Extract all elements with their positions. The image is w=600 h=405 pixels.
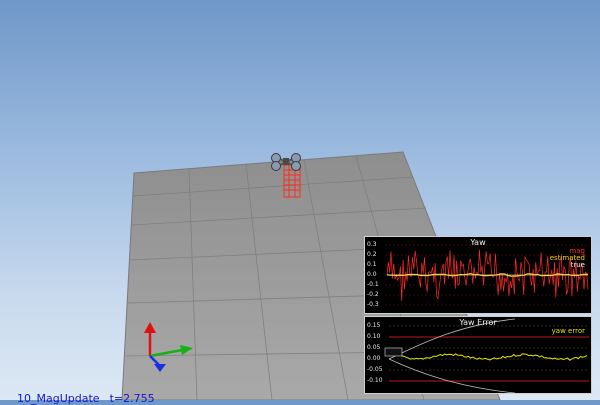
yaw-tick-label: 0.2 bbox=[367, 251, 377, 258]
yaw-tick-label: -0.1 bbox=[367, 281, 379, 288]
scenario-name: 10_MagUpdate bbox=[17, 392, 100, 405]
yaw-error-tick-label: 0.00 bbox=[367, 355, 381, 362]
yaw-error-tick-label: 0.10 bbox=[367, 333, 381, 340]
yaw-error-plot[interactable]: Yaw Error 0.15 0.10 0.05 0.00 -0.05 -0.1… bbox=[364, 316, 592, 394]
legend-yaw-error: yaw error bbox=[551, 327, 585, 335]
yaw-plot-title: Yaw bbox=[470, 238, 486, 247]
yaw-error-tick-label: -0.10 bbox=[367, 377, 383, 384]
yaw-error-tick-label: 0.15 bbox=[367, 322, 381, 329]
legend-true: true bbox=[570, 261, 585, 269]
yaw-error-tick-label: -0.05 bbox=[367, 366, 383, 373]
status-bar: 10_MagUpdate t=2.755 bbox=[10, 379, 165, 405]
yaw-error-cursor-box bbox=[384, 347, 403, 357]
yaw-error-plot-title: Yaw Error bbox=[459, 318, 497, 327]
yaw-error-tick-label: 0.05 bbox=[367, 344, 381, 351]
yaw-tick-label: 0.0 bbox=[367, 271, 377, 278]
yaw-tick-label: -0.3 bbox=[367, 301, 379, 308]
yaw-tick-label: 0.3 bbox=[367, 241, 377, 248]
yaw-plot-canvas bbox=[385, 244, 589, 306]
yaw-tick-label: 0.1 bbox=[367, 261, 377, 268]
yaw-error-sigma-lower bbox=[388, 358, 516, 393]
sim-time: t=2.755 bbox=[109, 392, 155, 405]
yaw-plot[interactable]: Yaw 0.3 0.2 0.1 0.0 -0.1 -0.2 -0.3 mag e… bbox=[364, 236, 592, 314]
yaw-tick-label: -0.2 bbox=[367, 291, 379, 298]
